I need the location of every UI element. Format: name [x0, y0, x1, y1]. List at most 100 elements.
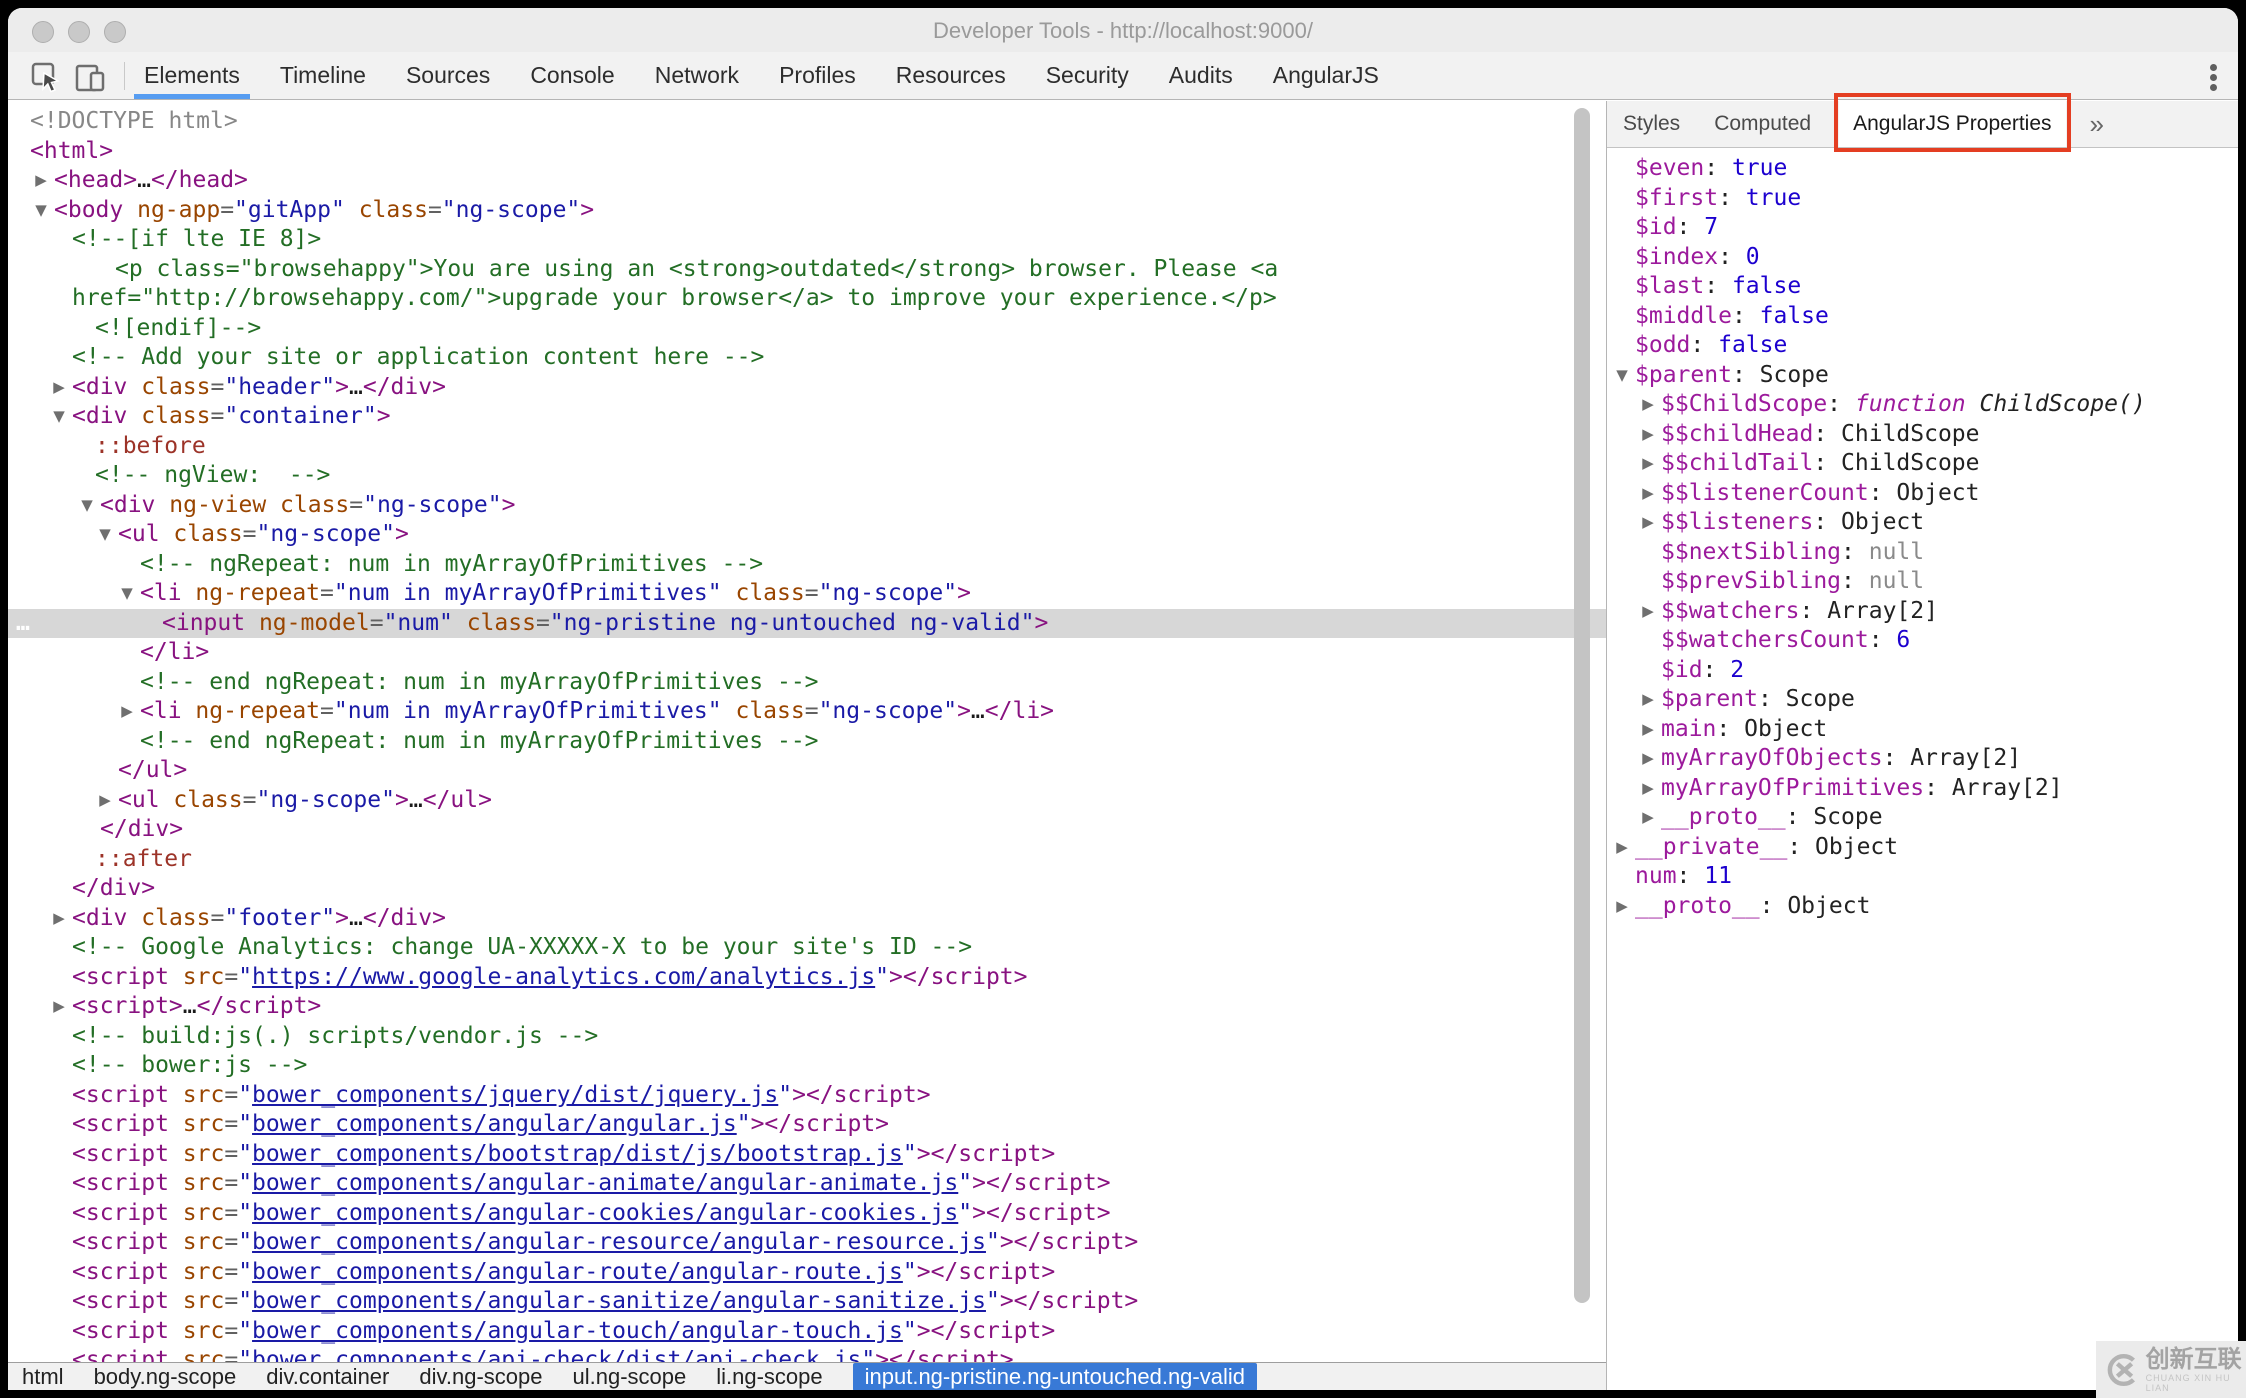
tab-resources[interactable]: Resources [896, 52, 1006, 99]
property-row[interactable]: ▼ $parent: Scope [1607, 361, 2238, 391]
dom-line[interactable]: <script src="bower_components/angular-ro… [8, 1258, 1606, 1288]
dom-line[interactable]: ▼ <div class="container"> [8, 402, 1606, 432]
dom-line[interactable]: ▶ <head>…</head> [8, 166, 1606, 196]
property-row[interactable]: $last: false [1607, 272, 2238, 302]
property-row[interactable]: $middle: false [1607, 302, 2238, 332]
more-options-kebab-icon[interactable] [2202, 60, 2224, 92]
dom-line[interactable]: <script src="bower_components/bootstrap/… [8, 1140, 1606, 1170]
property-row[interactable]: ▶ myArrayOfPrimitives: Array[2] [1607, 774, 2238, 804]
breadcrumb-item[interactable]: body.ng-scope [94, 1364, 237, 1390]
dom-line[interactable]: <!-- build:js(.) scripts/vendor.js --> [8, 1022, 1606, 1052]
dom-line[interactable]: ::after [8, 845, 1606, 875]
dom-line[interactable]: <script src="bower_components/angular-to… [8, 1317, 1606, 1347]
breadcrumb-item[interactable]: li.ng-scope [716, 1364, 822, 1390]
breadcrumb-item[interactable]: div.container [266, 1364, 389, 1390]
sidebar-tab-computed[interactable]: Computed [1714, 101, 1811, 147]
property-row[interactable]: $$nextSibling: null [1607, 538, 2238, 568]
property-row[interactable]: $index: 0 [1607, 243, 2238, 273]
disclosure-right-icon[interactable]: ▶ [1637, 715, 1659, 745]
dom-line-selected[interactable]: … <input ng-model="num" class="ng-pristin… [8, 608, 1606, 639]
device-toolbar-icon[interactable] [74, 61, 106, 93]
tab-elements[interactable]: Elements [134, 52, 250, 99]
disclosure-down-icon[interactable]: ▼ [1611, 361, 1633, 391]
disclosure-right-icon[interactable]: ▶ [1611, 833, 1633, 863]
disclosure-right-icon[interactable]: ▶ [1637, 390, 1659, 420]
disclosure-right-icon[interactable]: ▶ [1637, 420, 1659, 450]
tab-audits[interactable]: Audits [1169, 52, 1233, 99]
dom-line[interactable]: </ul> [8, 756, 1606, 786]
property-row[interactable]: $id: 7 [1607, 213, 2238, 243]
disclosure-right-icon[interactable]: ▶ [94, 786, 116, 816]
property-row[interactable]: ▶ $$childHead: ChildScope [1607, 420, 2238, 450]
property-row[interactable]: ▶ $$watchers: Array[2] [1607, 597, 2238, 627]
disclosure-right-icon[interactable]: ▶ [116, 697, 138, 727]
property-row[interactable]: $id: 2 [1607, 656, 2238, 686]
property-row[interactable]: ▶ $parent: Scope [1607, 685, 2238, 715]
breadcrumb-item[interactable]: html [22, 1364, 64, 1390]
dom-line[interactable]: </div> [8, 815, 1606, 845]
dom-line[interactable]: <script src="bower_components/angular-re… [8, 1228, 1606, 1258]
dom-line[interactable]: ▶ <li ng-repeat="num in myArrayOfPrimitiv… [8, 697, 1606, 727]
dom-line[interactable]: <!-- Google Analytics: change UA-XXXXX-X… [8, 933, 1606, 963]
property-row[interactable]: $first: true [1607, 184, 2238, 214]
disclosure-down-icon[interactable]: ▼ [30, 196, 52, 226]
property-row[interactable]: ▶ $$childTail: ChildScope [1607, 449, 2238, 479]
dom-line[interactable]: ::before [8, 432, 1606, 462]
dom-line[interactable]: <![endif]--> [8, 314, 1606, 344]
dom-line[interactable]: <script src="bower_components/angular/an… [8, 1110, 1606, 1140]
dom-line[interactable]: <!-- bower:js --> [8, 1051, 1606, 1081]
tab-sources[interactable]: Sources [406, 52, 490, 99]
property-row[interactable]: ▶ $$ChildScope: function ChildScope() [1607, 390, 2238, 420]
more-panels-chevron-icon[interactable]: » [2090, 109, 2104, 140]
dom-line[interactable]: <script src="bower_components/api-check/… [8, 1346, 1606, 1362]
disclosure-right-icon[interactable]: ▶ [1611, 892, 1633, 922]
tab-profiles[interactable]: Profiles [779, 52, 856, 99]
disclosure-right-icon[interactable]: ▶ [1637, 508, 1659, 538]
disclosure-right-icon[interactable]: ▶ [1637, 803, 1659, 833]
dom-line[interactable]: <!-- Add your site or application conten… [8, 343, 1606, 373]
dom-line[interactable]: <script src="bower_components/angular-sa… [8, 1287, 1606, 1317]
property-row[interactable]: num: 11 [1607, 862, 2238, 892]
disclosure-down-icon[interactable]: ▼ [48, 402, 70, 432]
dom-line[interactable]: <!-- end ngRepeat: num in myArrayOfPrimi… [8, 727, 1606, 757]
dom-line[interactable]: </li> [8, 638, 1606, 668]
dom-line[interactable]: <script src="bower_components/angular-an… [8, 1169, 1606, 1199]
dom-line[interactable]: ▼ <ul class="ng-scope"> [8, 520, 1606, 550]
dom-line[interactable]: <html> [8, 137, 1606, 167]
dom-line[interactable]: href="http://browsehappy.com/">upgrade y… [8, 284, 1606, 314]
property-row[interactable]: ▶ $$listeners: Object [1607, 508, 2238, 538]
dom-pane-scrollbar-thumb[interactable] [1574, 108, 1590, 1303]
breadcrumb-item[interactable]: div.ng-scope [419, 1364, 542, 1390]
sidebar-tab-styles[interactable]: Styles [1623, 101, 1680, 147]
disclosure-right-icon[interactable]: ▶ [48, 904, 70, 934]
tab-network[interactable]: Network [655, 52, 739, 99]
dom-line[interactable]: <script src="https://www.google-analytic… [8, 963, 1606, 993]
dom-line[interactable]: ▼ <div ng-view class="ng-scope"> [8, 491, 1606, 521]
disclosure-right-icon[interactable]: ▶ [1637, 479, 1659, 509]
property-row[interactable]: ▶ myArrayOfObjects: Array[2] [1607, 744, 2238, 774]
disclosure-right-icon[interactable]: ▶ [30, 166, 52, 196]
dom-line[interactable]: ▶ <script>…</script> [8, 992, 1606, 1022]
disclosure-right-icon[interactable]: ▶ [48, 373, 70, 403]
property-row[interactable]: $even: true [1607, 154, 2238, 184]
property-row[interactable]: $odd: false [1607, 331, 2238, 361]
inspect-element-icon[interactable] [30, 61, 62, 93]
dom-line[interactable]: <script src="bower_components/jquery/dis… [8, 1081, 1606, 1111]
overflow-dots-icon[interactable]: … [16, 609, 30, 639]
disclosure-down-icon[interactable]: ▼ [94, 520, 116, 550]
sidebar-tab-angularjs-properties[interactable]: AngularJS Properties [1834, 93, 2071, 152]
tab-security[interactable]: Security [1046, 52, 1129, 99]
property-row[interactable]: $$prevSibling: null [1607, 567, 2238, 597]
tab-console[interactable]: Console [530, 52, 614, 99]
disclosure-right-icon[interactable]: ▶ [1637, 449, 1659, 479]
dom-line[interactable]: </div> [8, 874, 1606, 904]
disclosure-right-icon[interactable]: ▶ [1637, 685, 1659, 715]
breadcrumb-item[interactable]: ul.ng-scope [572, 1364, 686, 1390]
dom-line[interactable]: <!--[if lte IE 8]> [8, 225, 1606, 255]
dom-line[interactable]: ▶ <ul class="ng-scope">…</ul> [8, 786, 1606, 816]
dom-line[interactable]: <!DOCTYPE html> [8, 107, 1606, 137]
dom-line[interactable]: ▼ <body ng-app="gitApp" class="ng-scope"> [8, 196, 1606, 226]
property-row[interactable]: $$watchersCount: 6 [1607, 626, 2238, 656]
dom-line[interactable]: ▼ <li ng-repeat="num in myArrayOfPrimitiv… [8, 579, 1606, 609]
property-row[interactable]: ▶ __proto__: Object [1607, 892, 2238, 922]
